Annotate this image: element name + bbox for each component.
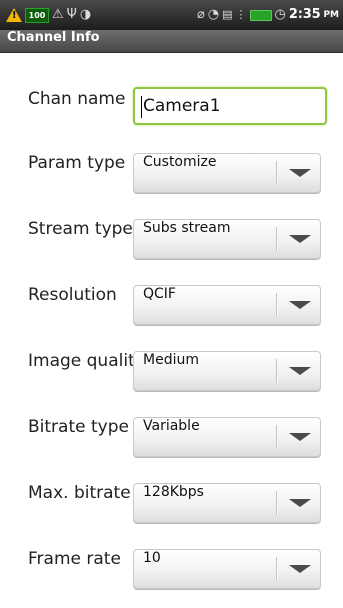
stream-type-row: Stream type Subs stream: [0, 219, 343, 259]
text-cursor: [141, 96, 142, 118]
status-bar: 100 ⚠ Ψ ◑ ⌀ ◔ ▤ ⋮ ◷ 2:35 PM: [0, 0, 343, 30]
frame-rate-value: 10: [143, 550, 161, 566]
image-quality-dropdown[interactable]: Medium: [133, 351, 321, 391]
title-bar: Channel Info: [0, 30, 343, 53]
status-icons-right: ⌀ ◔ ▤ ⋮ ◷ 2:35 PM: [197, 0, 339, 30]
stream-type-dropdown[interactable]: Subs stream: [133, 219, 321, 259]
bitrate-type-label: Bitrate type: [28, 417, 129, 437]
stream-type-value: Subs stream: [143, 220, 231, 236]
clock-ampm: PM: [323, 10, 339, 20]
bitrate-type-value: Variable: [143, 418, 200, 434]
chevron-down-icon: [289, 433, 311, 441]
chevron-down-icon: [289, 565, 311, 573]
max-bitrate-value: 128Kbps: [143, 484, 204, 500]
alarm-clock-icon: ◷: [274, 7, 286, 22]
page-title: Channel Info: [7, 30, 100, 45]
clock-time: 2:35: [288, 7, 321, 22]
bitrate-type-dropdown[interactable]: Variable: [133, 417, 321, 457]
dropdown-divider: [276, 359, 277, 383]
image-quality-value: Medium: [143, 352, 199, 368]
chan-name-label: Chan name: [28, 89, 126, 109]
dropdown-divider: [276, 227, 277, 251]
image-quality-label: Image quality: [28, 351, 145, 371]
bitrate-type-row: Bitrate type Variable: [0, 417, 343, 457]
frame-rate-row: Frame rate 10: [0, 549, 343, 589]
max-bitrate-dropdown[interactable]: 128Kbps: [133, 483, 321, 523]
resolution-dropdown[interactable]: QCIF: [133, 285, 321, 325]
chevron-down-icon: [289, 235, 311, 243]
chan-name-row: Chan name Camera1: [0, 87, 343, 129]
max-bitrate-label: Max. bitrate: [28, 483, 131, 503]
dropdown-divider: [276, 425, 277, 449]
warning-icon: [6, 8, 22, 22]
frame-rate-label: Frame rate: [28, 549, 121, 569]
stream-type-label: Stream type: [28, 219, 133, 239]
param-type-value: Customize: [143, 154, 217, 170]
resolution-row: Resolution QCIF: [0, 285, 343, 325]
param-type-label: Param type: [28, 153, 126, 173]
battery-icon: [249, 9, 272, 21]
max-bitrate-row: Max. bitrate 128Kbps: [0, 483, 343, 523]
param-type-dropdown[interactable]: Customize: [133, 153, 321, 193]
image-quality-row: Image quality Medium: [0, 351, 343, 391]
dropdown-divider: [276, 293, 277, 317]
chevron-down-icon: [289, 499, 311, 507]
network-upload-icon: ⚠: [52, 7, 64, 22]
gps-icon: ▤: [222, 8, 233, 21]
dropdown-divider: [276, 161, 277, 185]
frame-rate-dropdown[interactable]: 10: [133, 549, 321, 589]
usb-icon: Ψ: [66, 7, 77, 22]
resolution-value: QCIF: [143, 286, 176, 302]
resolution-label: Resolution: [28, 285, 117, 305]
channel-info-form: Chan name Camera1 Param type Customize S…: [0, 53, 343, 608]
vibrate-icon: ⌀: [196, 7, 205, 22]
wifi-icon: ◔: [207, 7, 220, 22]
chan-name-input[interactable]: Camera1: [133, 87, 327, 125]
chevron-down-icon: [289, 169, 311, 177]
dropdown-divider: [276, 491, 277, 515]
status-icons-left: 100 ⚠ Ψ ◑: [6, 0, 91, 30]
dropdown-divider: [276, 557, 277, 581]
signal-icon: ⋮: [235, 8, 247, 21]
battery-badge-icon: 100: [25, 7, 49, 23]
alarm-sync-icon: ◑: [79, 7, 92, 22]
param-type-row: Param type Customize: [0, 153, 343, 193]
chevron-down-icon: [289, 367, 311, 375]
chevron-down-icon: [289, 301, 311, 309]
